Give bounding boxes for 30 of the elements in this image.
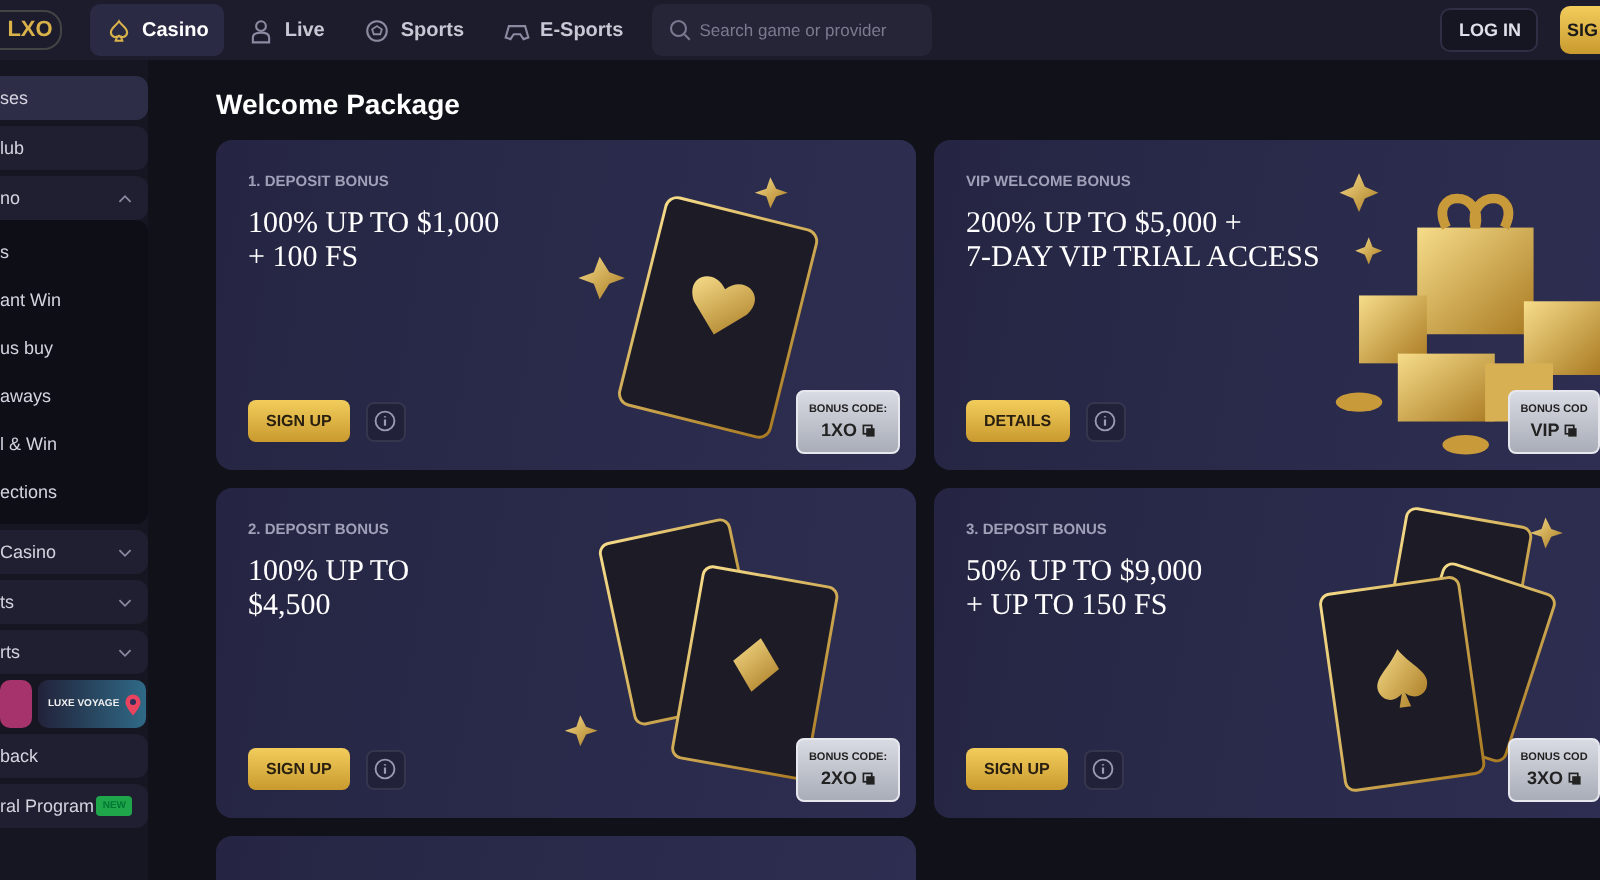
submenu-item[interactable]: ections [0,468,148,516]
bonus-title: 100% UP TO $4,500 [248,556,410,624]
bonus-button[interactable]: SIGN UP [248,400,350,442]
bonus-button[interactable]: DETAILS [966,400,1070,442]
bonus-button[interactable]: SIGN UP [248,748,350,790]
submenu-item[interactable]: s [0,228,148,276]
submenu-item[interactable]: ant Win [0,276,148,324]
bonus-title: 200% UP TO $5,000 + 7-DAY VIP TRIAL ACCESS [966,208,1320,276]
sidebar-item[interactable]: ts [0,580,148,624]
signup-button[interactable]: SIG [1560,6,1600,54]
bonus-title: 100% UP TO $1,000 + 100 FS [248,208,500,276]
page-title: Welcome Package [216,88,462,120]
sidebar-item[interactable]: Casino [0,530,148,574]
search-field[interactable]: Search game or provider [651,4,932,56]
nav-tab[interactable]: E-Sports [488,4,640,56]
bonus-title: 50% UP TO $9,000 + UP TO 150 FS [966,556,1203,624]
submenu-item[interactable]: us buy [0,324,148,372]
sidebar-item[interactable]: back [0,734,148,778]
bonus-button[interactable]: SIGN UP [966,748,1068,790]
sidebar-item[interactable]: ses [0,76,148,120]
logo[interactable]: LXO [0,10,62,50]
sidebar-item[interactable]: lub [0,126,148,170]
sidebar-item[interactable]: rts [0,630,148,674]
nav-tab[interactable]: Sports [348,4,481,56]
sidebar-item[interactable]: no [0,176,148,220]
nav-tab[interactable]: Casino [90,4,225,56]
nav-tab[interactable]: Live [232,4,341,56]
submenu-item[interactable]: aways [0,372,148,420]
submenu-item[interactable]: l & Win [0,420,148,468]
login-button[interactable]: LOG IN [1440,8,1539,52]
